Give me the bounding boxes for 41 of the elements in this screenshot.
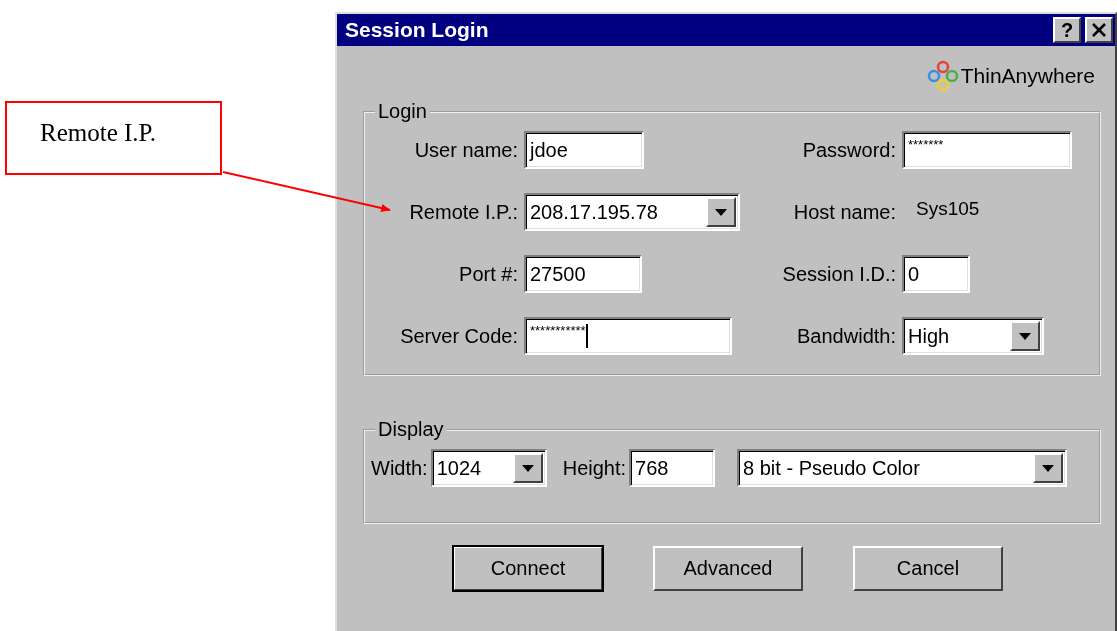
close-button[interactable]	[1085, 17, 1113, 43]
field-label: Remote I.P.:	[408, 200, 518, 224]
dropdown[interactable]: High	[902, 317, 1044, 355]
group-label: Display	[377, 418, 445, 441]
input-field[interactable]: 768	[629, 449, 716, 487]
dropdown-button[interactable]	[1010, 321, 1040, 351]
input-field[interactable]: 0	[902, 255, 970, 293]
field-label: Bandwidth:	[796, 324, 896, 348]
logo-text: ThinAnywhere	[960, 64, 1095, 88]
dropdown[interactable]: 208.17.195.78	[524, 193, 740, 231]
dialog-button[interactable]: Cancel	[853, 546, 1003, 591]
field-label: Width:	[371, 456, 428, 480]
dialog-button[interactable]: Advanced	[653, 546, 803, 591]
help-button[interactable]: ?	[1053, 17, 1081, 43]
field-label: Port #:	[458, 262, 518, 286]
logo-icon	[926, 60, 959, 92]
host-name-value: Sys105	[916, 198, 980, 220]
field-label: Server Code:	[399, 324, 518, 348]
dropdown[interactable]: 8 bit - Pseudo Color	[737, 449, 1068, 487]
caret-icon	[521, 464, 534, 472]
field-label: Height:	[562, 456, 627, 480]
dropdown[interactable]: 1024	[430, 449, 547, 487]
field-label: Session I.D.:	[781, 262, 896, 286]
close-icon	[1092, 23, 1106, 37]
window-title: Session Login	[345, 18, 490, 42]
input-field[interactable]: jdoe	[524, 131, 644, 169]
field-label: Password:	[801, 138, 896, 162]
group-label: Login	[377, 100, 428, 123]
caret-icon	[1019, 332, 1031, 340]
input-field[interactable]: *******	[902, 131, 1072, 169]
dropdown-button[interactable]	[512, 453, 543, 483]
dropdown-button[interactable]	[1033, 453, 1064, 483]
field-label: Host name:	[792, 200, 896, 224]
caret-icon	[715, 208, 727, 216]
dialog-button[interactable]: Connect	[453, 546, 603, 591]
callout-box: Remote I.P.	[5, 101, 222, 175]
input-field[interactable]: ***********	[524, 317, 732, 355]
dropdown-button[interactable]	[706, 197, 736, 227]
field-label: User name:	[413, 138, 518, 162]
input-field[interactable]: 27500	[524, 255, 642, 293]
caret-icon	[1042, 464, 1055, 472]
